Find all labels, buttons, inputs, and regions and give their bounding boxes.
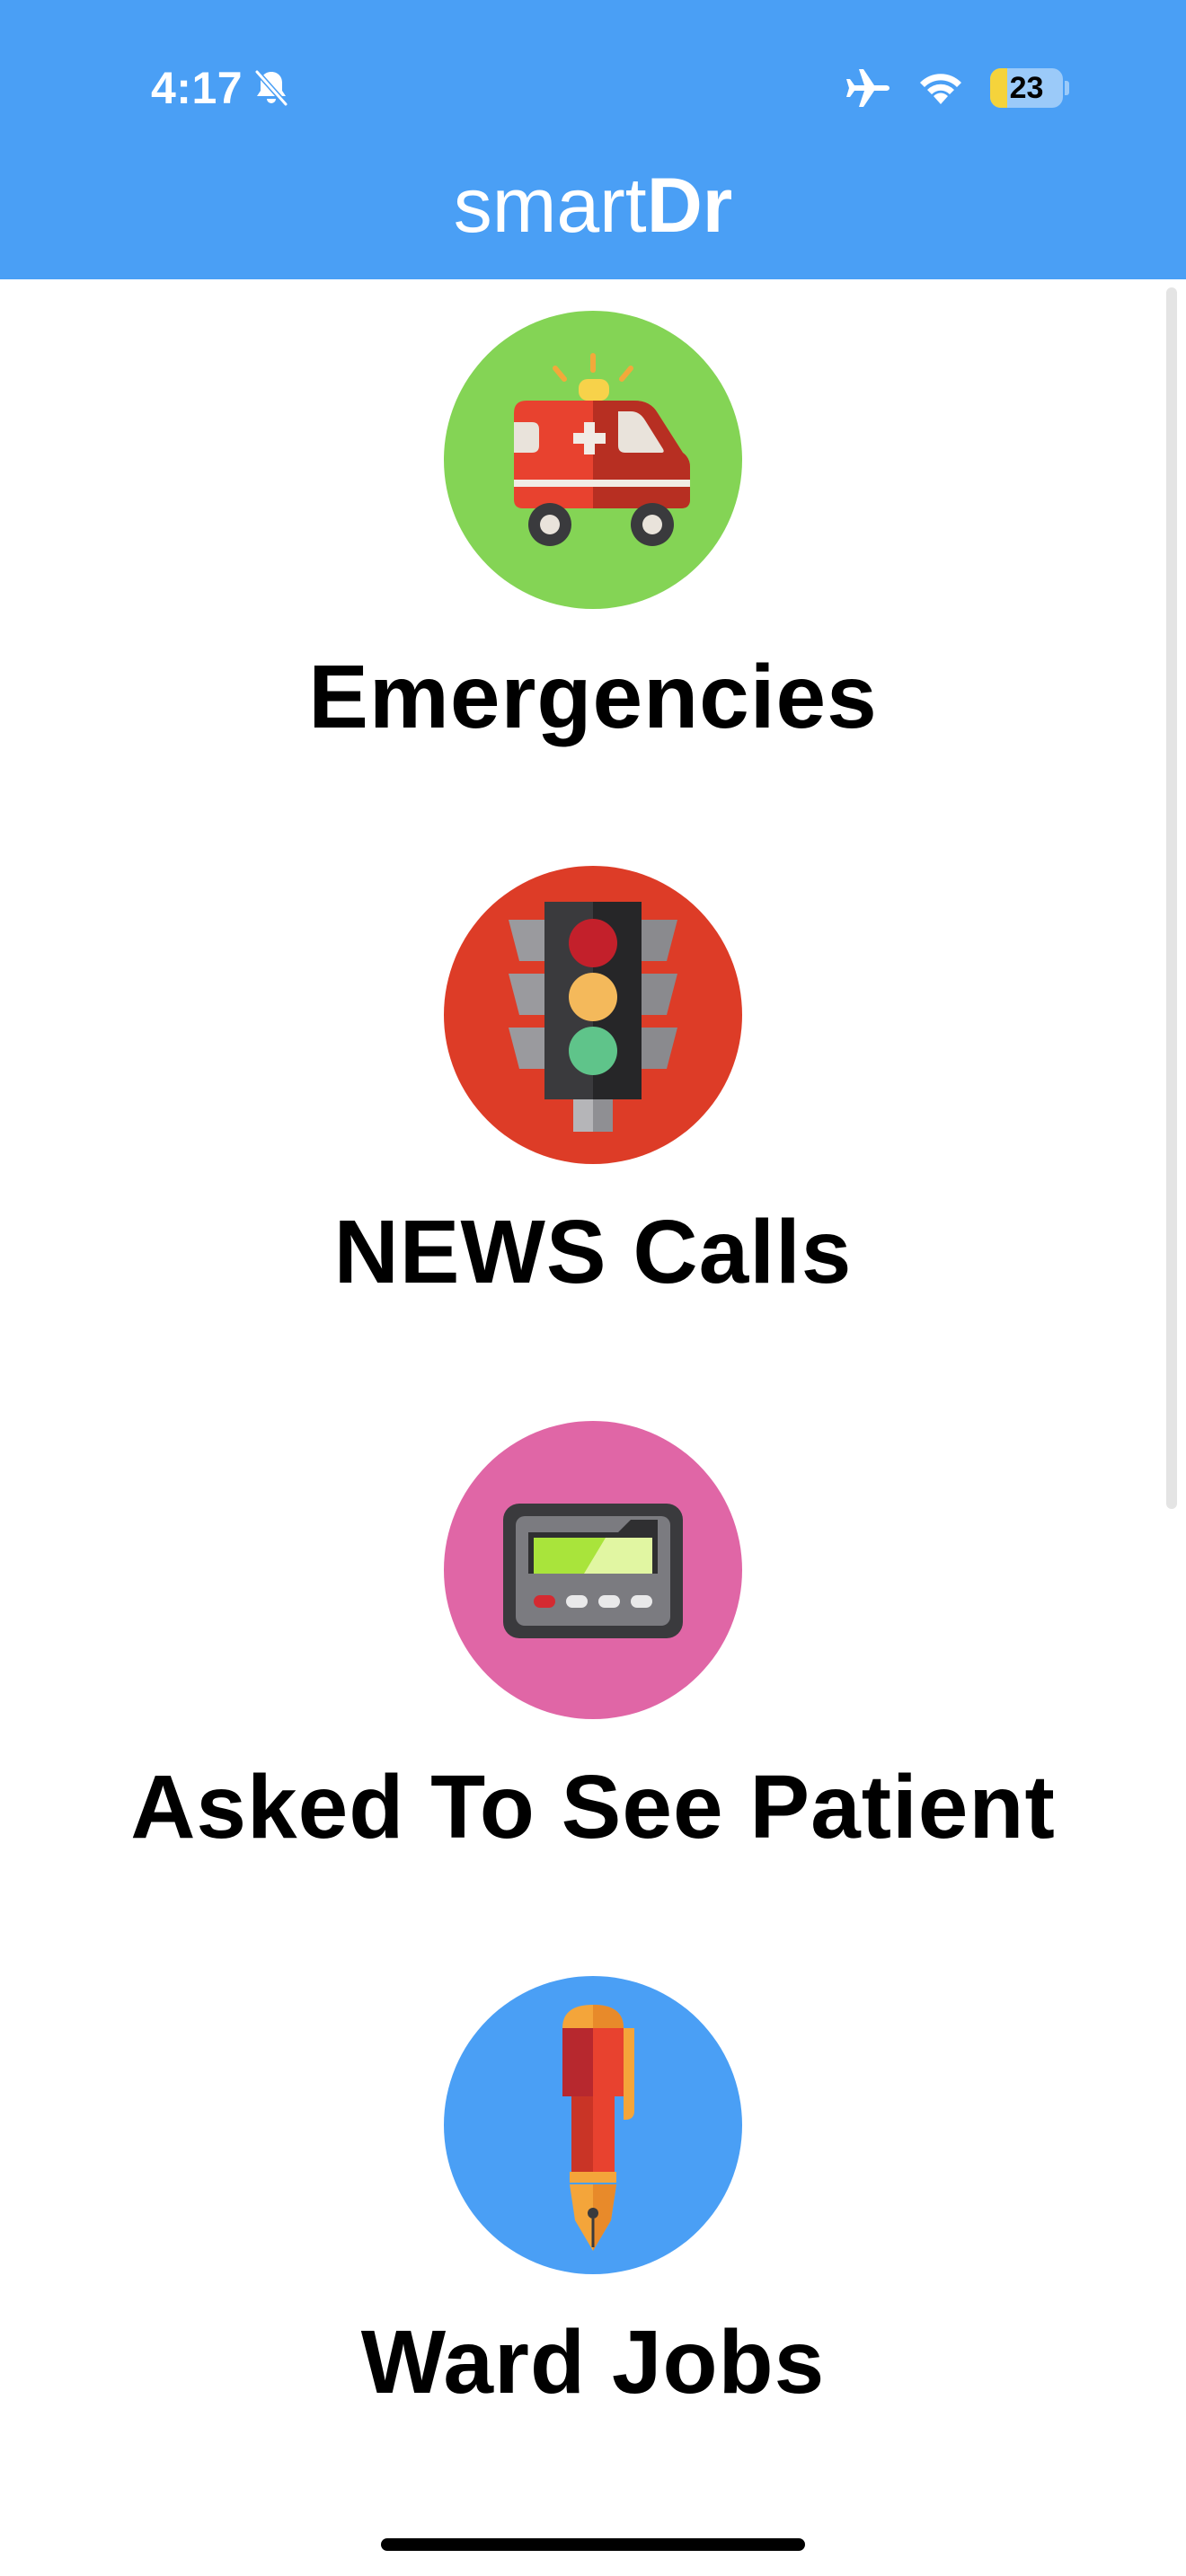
menu-icon-circle [444,1421,742,1719]
menu-item-news-calls[interactable]: NEWS Calls [0,866,1186,1369]
app-title-bold: Dr [646,163,733,249]
menu-icon-circle [444,311,742,609]
battery-level: 23 [1009,70,1044,105]
status-indicators: 23 [845,59,1069,117]
battery-icon: 23 [990,68,1069,108]
pager-icon [444,1421,742,1719]
status-time-text: 4:17 [151,63,243,113]
ambulance-icon [444,311,742,609]
battery-cap [1065,81,1069,95]
status-time: 4:17 [151,59,293,117]
menu-label: Ward Jobs [360,2312,826,2413]
scrollbar[interactable] [1166,287,1177,1509]
app-header: 4:17 23 smartDr [0,0,1186,279]
home-indicator[interactable] [381,2538,805,2551]
menu-label: NEWS Calls [333,1202,853,1302]
airplane-icon [846,69,890,107]
menu-item-ward-jobs[interactable]: Ward Jobs [0,1976,1186,2479]
app-title: smartDr [0,165,1186,246]
menu-item-emergencies[interactable]: Emergencies [0,311,1186,814]
battery-body: 23 [990,68,1064,108]
menu-label: Asked To See Patient [130,1757,1056,1857]
wifi-icon [920,74,961,104]
app-title-light: smart [453,163,647,249]
menu-item-asked-to-see-patient[interactable]: Asked To See Patient [0,1421,1186,1924]
traffic-light-icon [444,866,742,1164]
bell-slash-icon [254,69,289,107]
menu-icon-circle [444,866,742,1164]
menu-icon-circle [444,1976,742,2274]
fountain-pen-icon [444,1976,742,2274]
menu-label: Emergencies [308,647,878,747]
